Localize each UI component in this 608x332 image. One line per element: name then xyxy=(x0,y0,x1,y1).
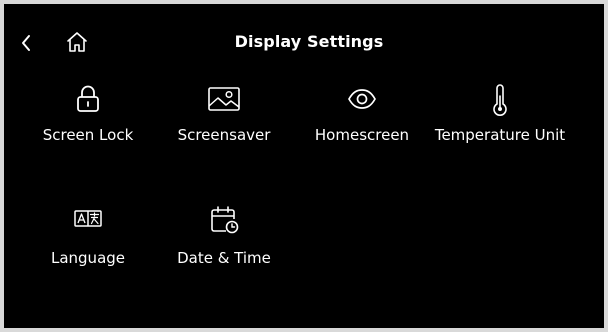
calendar-clock-icon xyxy=(209,204,239,236)
thermometer-icon xyxy=(490,84,510,118)
setting-language[interactable]: Language xyxy=(13,204,163,284)
setting-label: Date & Time xyxy=(177,249,271,267)
setting-screensaver[interactable]: Screensaver xyxy=(149,84,299,164)
lock-icon xyxy=(75,84,101,114)
setting-screen-lock[interactable]: Screen Lock xyxy=(13,84,163,164)
setting-label: Screen Lock xyxy=(42,126,134,144)
setting-homescreen[interactable]: Homescreen xyxy=(287,84,437,164)
setting-date-time[interactable]: Date & Time xyxy=(149,204,299,284)
eye-icon xyxy=(346,84,378,114)
setting-temperature-unit[interactable]: Temperature Unit xyxy=(425,84,575,164)
image-icon xyxy=(207,84,241,114)
setting-label: Language xyxy=(50,249,126,267)
translate-icon xyxy=(73,204,103,234)
display-settings-screen: Display Settings Screen Lock Screensaver xyxy=(4,4,604,328)
setting-label: Temperature Unit xyxy=(434,126,566,144)
page-title: Display Settings xyxy=(234,32,384,51)
setting-label: Homescreen xyxy=(314,126,410,144)
setting-label: Screensaver xyxy=(177,126,271,144)
